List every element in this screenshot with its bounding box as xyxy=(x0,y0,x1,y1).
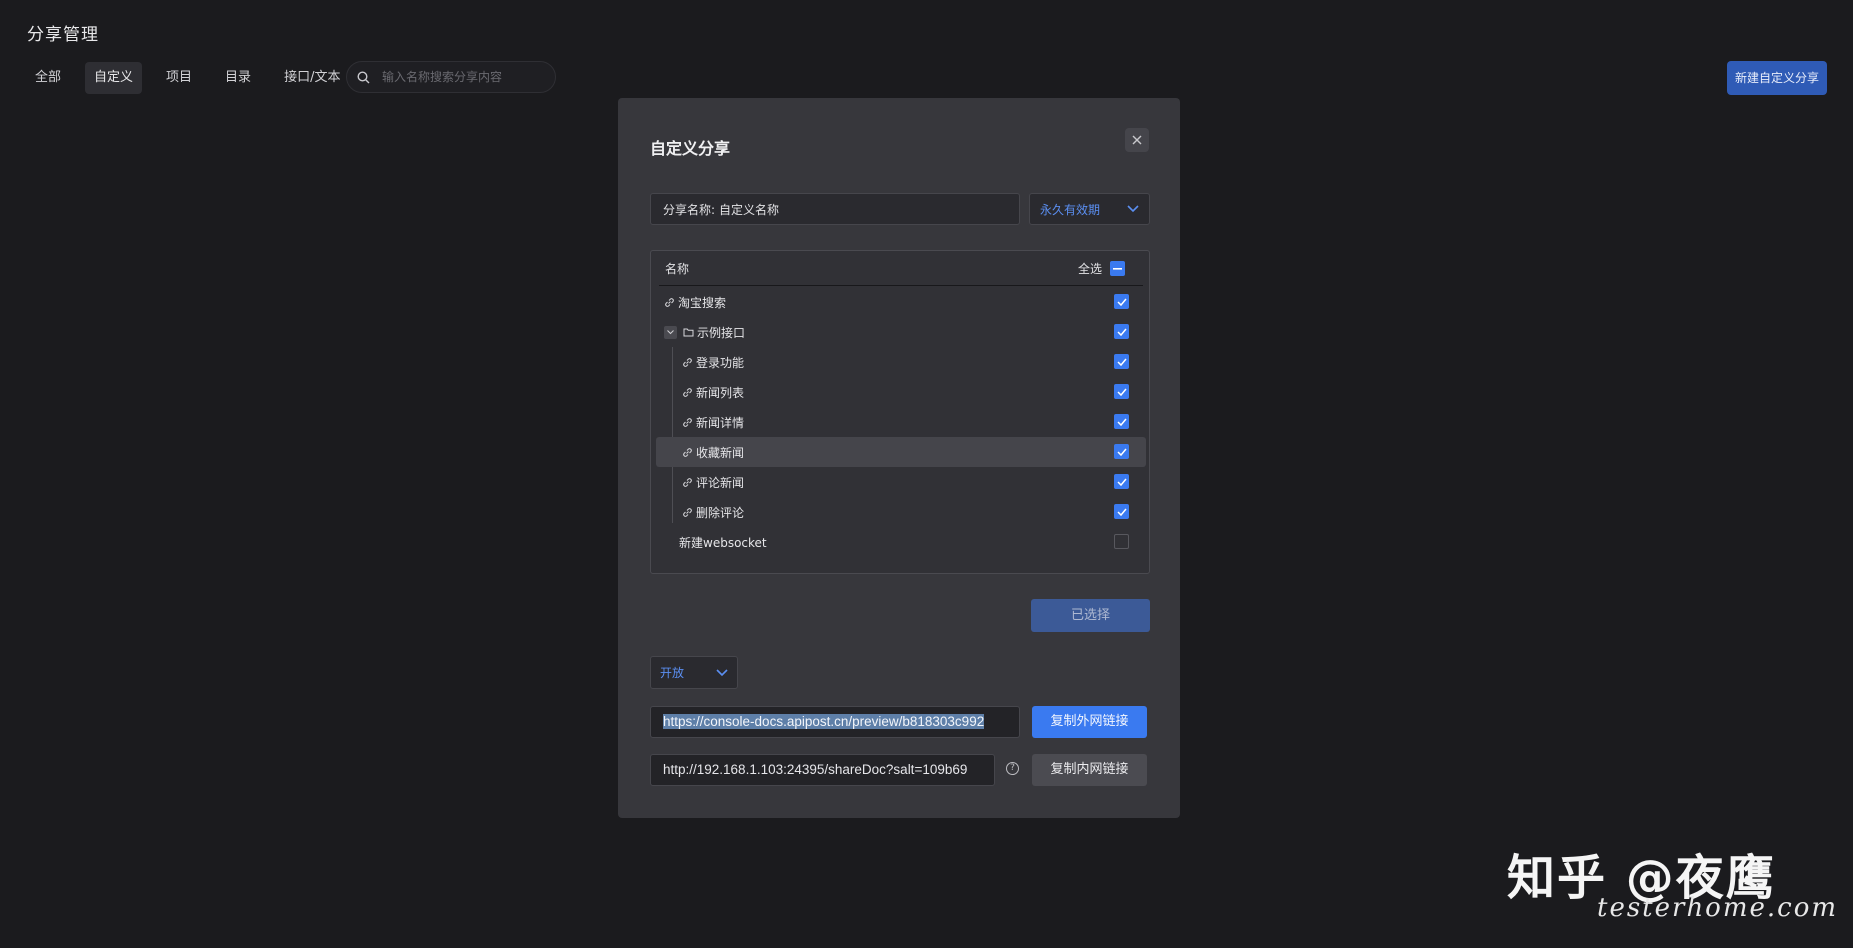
share-management-page: 分享管理 全部 自定义 项目 目录 接口/文本 新建自定义分享 自定义分享 分享… xyxy=(0,0,1853,948)
folder-icon xyxy=(683,327,694,337)
internal-link-field[interactable]: http://192.168.1.103:24395/shareDoc?salt… xyxy=(650,754,995,786)
modal-title: 自定义分享 xyxy=(650,139,731,158)
copy-internal-link-button[interactable]: 复制内网链接 xyxy=(1032,754,1147,786)
tree-row-label: 删除评论 xyxy=(696,505,745,520)
tree-row[interactable]: 淘宝搜索 xyxy=(656,287,1146,317)
check-icon xyxy=(1116,328,1127,336)
check-icon xyxy=(1116,478,1127,486)
row-checkbox[interactable] xyxy=(1114,384,1129,399)
expiry-value: 永久有效期 xyxy=(1040,202,1101,217)
tree-row-label: 登录功能 xyxy=(696,355,745,370)
tab-api-text[interactable]: 接口/文本 xyxy=(275,62,349,94)
search-input[interactable] xyxy=(380,69,544,85)
selected-button[interactable]: 已选择 xyxy=(1031,599,1150,632)
check-icon xyxy=(1116,388,1127,396)
row-checkbox[interactable] xyxy=(1114,414,1129,429)
tree-header: 名称 全选 xyxy=(659,251,1143,286)
tree-row-folder[interactable]: 示例接口 xyxy=(656,317,1146,347)
internal-link-text: http://192.168.1.103:24395/shareDoc?salt… xyxy=(663,762,968,777)
row-checkbox[interactable] xyxy=(1114,474,1129,489)
indeterminate-icon xyxy=(1113,267,1122,270)
row-checkbox[interactable] xyxy=(1114,504,1129,519)
row-checkbox[interactable] xyxy=(1114,294,1129,309)
link-icon xyxy=(682,387,693,398)
external-link-field[interactable]: https://console-docs.apipost.cn/preview/… xyxy=(650,706,1020,738)
tree-row[interactable]: 新闻列表 xyxy=(656,377,1146,407)
tree-row-label: 新建websocket xyxy=(679,535,767,550)
tab-all[interactable]: 全部 xyxy=(26,62,70,94)
select-all-label: 全选 xyxy=(1077,261,1102,276)
new-custom-share-button[interactable]: 新建自定义分享 xyxy=(1727,61,1827,95)
tree-header-name: 名称 xyxy=(665,261,690,276)
check-icon xyxy=(1116,298,1127,306)
tab-project[interactable]: 项目 xyxy=(157,62,201,94)
close-icon xyxy=(1132,135,1142,145)
tab-custom[interactable]: 自定义 xyxy=(85,62,143,94)
check-icon xyxy=(1116,358,1127,366)
filter-tabs: 全部 自定义 项目 目录 接口/文本 xyxy=(26,62,364,94)
copy-external-link-button[interactable]: 复制外网链接 xyxy=(1032,706,1147,738)
access-value: 开放 xyxy=(660,666,685,680)
select-all-checkbox[interactable] xyxy=(1110,261,1125,276)
link-icon xyxy=(664,297,675,308)
check-icon xyxy=(1116,508,1127,516)
tree-row-label: 示例接口 xyxy=(697,325,746,340)
link-icon xyxy=(682,447,693,458)
search-box xyxy=(346,61,556,93)
watermark-sub: testerhome.com xyxy=(1597,893,1839,923)
row-checkbox[interactable] xyxy=(1114,324,1129,339)
chevron-down-icon[interactable] xyxy=(664,325,677,339)
row-checkbox[interactable] xyxy=(1114,444,1129,459)
page-title: 分享管理 xyxy=(27,25,99,45)
tree-row-label: 新闻详情 xyxy=(696,415,745,430)
link-icon xyxy=(682,417,693,428)
share-name-value: 自定义名称 xyxy=(719,202,780,217)
tree-row[interactable]: 新建websocket xyxy=(656,527,1146,557)
tree-row[interactable]: 新闻详情 xyxy=(656,407,1146,437)
tree-row[interactable]: 评论新闻 xyxy=(656,467,1146,497)
external-link-text: https://console-docs.apipost.cn/preview/… xyxy=(663,714,985,729)
check-icon xyxy=(1116,418,1127,426)
share-name-label: 分享名称: xyxy=(663,202,716,217)
tree-row-label: 新闻列表 xyxy=(696,385,745,400)
link-icon xyxy=(682,477,693,488)
tab-directory[interactable]: 目录 xyxy=(216,62,260,94)
tree-row[interactable]: 收藏新闻 xyxy=(656,437,1146,467)
row-checkbox[interactable] xyxy=(1114,354,1129,369)
share-tree: 名称 全选 淘宝搜索 示例接口 登录功能 新闻列表 新闻详情 收藏新闻 评论新闻… xyxy=(650,250,1150,574)
link-icon xyxy=(682,357,693,368)
access-select[interactable]: 开放 xyxy=(650,656,738,689)
search-icon xyxy=(357,70,370,83)
tree-row[interactable]: 登录功能 xyxy=(656,347,1146,377)
expiry-select[interactable]: 永久有效期 xyxy=(1029,193,1150,225)
row-checkbox[interactable] xyxy=(1114,534,1129,549)
link-icon xyxy=(682,507,693,518)
close-button[interactable] xyxy=(1125,128,1149,152)
tree-row-label: 收藏新闻 xyxy=(696,445,745,460)
chevron-down-icon xyxy=(1127,205,1139,213)
chevron-down-icon xyxy=(716,668,728,676)
tree-row[interactable]: 删除评论 xyxy=(656,497,1146,527)
question-circle-icon[interactable]: ? xyxy=(1006,762,1019,775)
tree-row-label: 淘宝搜索 xyxy=(678,295,727,310)
custom-share-modal: 自定义分享 分享名称: 自定义名称 永久有效期 名称 全选 淘宝搜索 示例接口 … xyxy=(618,98,1180,818)
share-name-field[interactable]: 分享名称: 自定义名称 xyxy=(650,193,1020,225)
tree-row-label: 评论新闻 xyxy=(696,475,745,490)
check-icon xyxy=(1116,448,1127,456)
